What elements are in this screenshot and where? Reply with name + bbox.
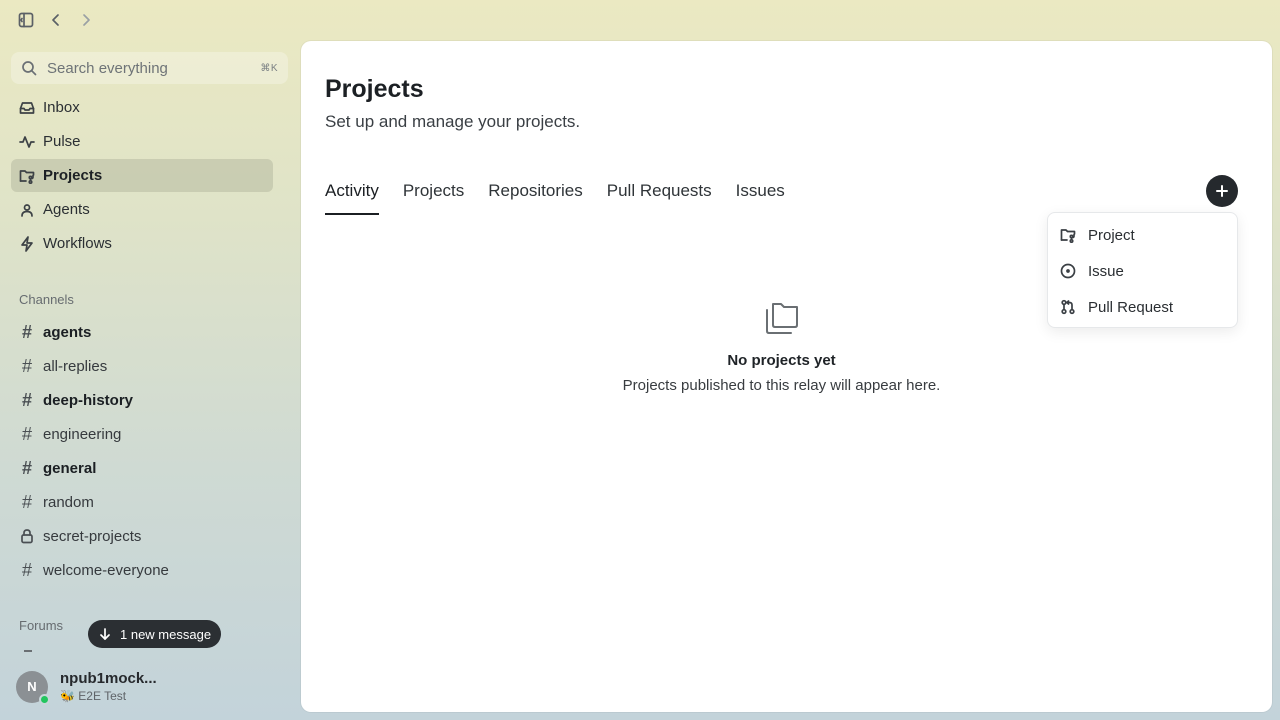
pulse-icon [19, 134, 35, 150]
nav-item-label: Pulse [43, 133, 81, 150]
user-profile[interactable]: N npub1mock... 🐝 E2E Test [16, 670, 157, 705]
lock-icon [19, 528, 35, 544]
avatar: N [16, 670, 50, 705]
create-button[interactable] [1206, 175, 1238, 207]
bolt-icon [19, 235, 35, 252]
channel-name: agents [43, 323, 92, 341]
user-status: 🐝 E2E Test [60, 689, 157, 703]
nav-item-label: Workflows [43, 235, 112, 252]
channel-name: all-replies [43, 357, 108, 375]
hash-icon: # [21, 321, 32, 342]
status-text: E2E Test [78, 689, 127, 703]
online-status-dot [39, 693, 50, 705]
search-icon [21, 60, 37, 76]
plus-icon [1215, 184, 1229, 198]
channel-name: welcome-everyone [43, 561, 169, 579]
tab-activity[interactable]: Activity [325, 181, 379, 215]
main-panel: Projects Set up and manage your projects… [301, 41, 1272, 712]
tab-pull-requests[interactable]: Pull Requests [607, 181, 712, 215]
hash-icon: # [21, 423, 32, 444]
hash-icon: # [21, 491, 32, 512]
empty-state-message: Projects published to this relay will ap… [622, 377, 941, 394]
tab-projects[interactable]: Projects [403, 181, 464, 215]
folder-git-icon [1060, 227, 1076, 243]
new-message-label: 1 new message [120, 626, 212, 642]
nav-item-inbox[interactable]: Inbox [11, 91, 273, 124]
channel-list: # agents # all-replies # deep-history # … [11, 315, 273, 587]
sidebar: Search everything ⌘K Inbox Pulse Project… [0, 0, 300, 720]
nav-item-projects[interactable]: Projects [11, 159, 273, 192]
channel-name: secret-projects [43, 527, 142, 545]
empty-state-title: No projects yet [727, 352, 836, 369]
nav-item-label: Projects [43, 167, 103, 184]
page-subtitle: Set up and manage your projects. [325, 112, 581, 131]
issue-circle-icon [1060, 263, 1076, 279]
hash-icon: # [21, 389, 32, 410]
primary-nav: Inbox Pulse Projects Agents Workflows [11, 91, 273, 261]
forums-heading: Forums [19, 618, 64, 633]
user-name: npub1mock... [60, 670, 157, 687]
search-input[interactable]: Search everything ⌘K [11, 52, 288, 84]
channel-secret-projects[interactable]: secret-projects [11, 519, 273, 553]
channels-heading: Channels [19, 292, 74, 307]
channel-agents[interactable]: # agents [11, 315, 273, 349]
channel-name: engineering [43, 425, 122, 443]
channel-name: random [43, 493, 94, 511]
menu-item-label: Issue [1088, 262, 1124, 280]
forum-item-peek [24, 650, 32, 652]
arrow-down-icon [98, 627, 112, 641]
channel-all-replies[interactable]: # all-replies [11, 349, 273, 383]
agents-icon [19, 202, 35, 218]
hash-icon: # [21, 355, 32, 376]
nav-item-agents[interactable]: Agents [11, 193, 273, 226]
tab-bar: Activity Projects Repositories Pull Requ… [325, 181, 785, 215]
hash-icon: # [21, 457, 32, 478]
page-title: Projects [325, 75, 424, 103]
menu-item-project[interactable]: Project [1052, 217, 1233, 253]
channel-name: deep-history [43, 391, 134, 409]
menu-item-issue[interactable]: Issue [1052, 253, 1233, 289]
channel-random[interactable]: # random [11, 485, 273, 519]
nav-item-workflows[interactable]: Workflows [11, 227, 273, 260]
hash-icon: # [21, 559, 32, 580]
channel-deep-history[interactable]: # deep-history [11, 383, 273, 417]
avatar-initial: N [27, 679, 37, 694]
tab-repositories[interactable]: Repositories [488, 181, 583, 215]
status-emoji: 🐝 [60, 689, 75, 703]
folders-icon [762, 298, 802, 338]
channel-name: general [43, 459, 97, 477]
nav-item-pulse[interactable]: Pulse [11, 125, 273, 158]
folder-git-icon [19, 168, 35, 184]
new-message-pill[interactable]: 1 new message [88, 620, 222, 648]
channel-welcome-everyone[interactable]: # welcome-everyone [11, 553, 273, 587]
inbox-icon [19, 100, 35, 116]
search-shortcut: ⌘K [260, 62, 278, 74]
channel-engineering[interactable]: # engineering [11, 417, 273, 451]
menu-item-label: Project [1088, 226, 1135, 244]
nav-item-label: Agents [43, 201, 90, 218]
channel-general[interactable]: # general [11, 451, 273, 485]
search-placeholder: Search everything [47, 59, 168, 77]
empty-state: No projects yet Projects published to th… [301, 298, 1262, 394]
nav-item-label: Inbox [43, 99, 80, 116]
tab-issues[interactable]: Issues [736, 181, 785, 215]
